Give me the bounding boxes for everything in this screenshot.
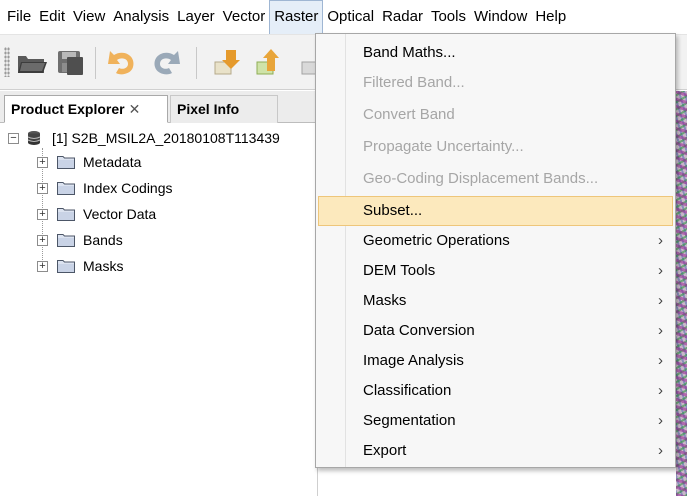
expand-icon[interactable]: + <box>37 156 48 168</box>
menu-item-label: Band Maths... <box>363 44 456 61</box>
menu-item-segmentation[interactable]: Segmentation › <box>318 406 673 436</box>
tree-item-vector-data[interactable]: + Vector Data <box>37 202 156 226</box>
menu-tools[interactable]: Tools <box>427 0 470 34</box>
expand-icon[interactable]: + <box>37 182 48 194</box>
submenu-arrow-icon: › <box>658 352 663 369</box>
menu-layer[interactable]: Layer <box>173 0 219 34</box>
tree-item-metadata[interactable]: + Metadata <box>37 150 141 174</box>
tree-item-label: Metadata <box>83 154 142 170</box>
menu-item-label: Convert Band <box>363 106 455 123</box>
folder-icon <box>57 207 75 221</box>
menu-view[interactable]: View <box>69 0 109 34</box>
menu-item-label: DEM Tools <box>363 262 436 279</box>
tool-window-tabs: Product Explorer ✕ Pixel Info <box>0 91 318 123</box>
open-product-icon[interactable] <box>14 45 50 81</box>
submenu-arrow-icon: › <box>658 412 663 429</box>
toolbar-grip[interactable] <box>4 47 10 77</box>
folder-icon <box>57 233 75 247</box>
product-name: [1] S2B_MSIL2A_20180108T113439 <box>52 130 280 146</box>
menu-item-label: Classification <box>363 382 452 399</box>
folder-icon <box>57 259 75 273</box>
submenu-arrow-icon: › <box>658 322 663 339</box>
submenu-arrow-icon: › <box>658 292 663 309</box>
menu-item-label: Export <box>363 442 407 459</box>
menu-item-label: Image Analysis <box>363 352 464 369</box>
submenu-arrow-icon: › <box>658 442 663 459</box>
menu-optical[interactable]: Optical <box>323 0 378 34</box>
tree-item-label: Bands <box>83 232 123 248</box>
menu-item-label: Geo-Coding Displacement Bands... <box>363 170 599 187</box>
undo-icon[interactable] <box>104 45 140 81</box>
menu-item-dem-tools[interactable]: DEM Tools › <box>318 256 673 286</box>
submenu-arrow-icon: › <box>658 382 663 399</box>
menu-item-label: Subset... <box>363 202 423 219</box>
submenu-arrow-icon: › <box>658 262 663 279</box>
menu-item-band-maths[interactable]: Band Maths... <box>318 38 673 68</box>
collapse-icon[interactable]: − <box>8 132 19 144</box>
menu-window[interactable]: Window <box>470 0 531 34</box>
menu-item-label: Segmentation <box>363 412 456 429</box>
menu-item-image-analysis[interactable]: Image Analysis › <box>318 346 673 376</box>
expand-icon[interactable]: + <box>37 234 48 246</box>
raster-image-preview <box>676 91 687 496</box>
menu-item-label: Propagate Uncertainty... <box>363 138 524 155</box>
redo-icon[interactable] <box>148 45 184 81</box>
menu-item-propagate-uncertainty: Propagate Uncertainty... <box>318 132 673 162</box>
product-tree: − [1] S2B_MSIL2A_20180108T113439 + Metad… <box>0 124 318 496</box>
menu-item-label: Data Conversion <box>363 322 475 339</box>
tree-item-label: Masks <box>83 258 124 274</box>
menu-raster[interactable]: Raster <box>269 0 324 34</box>
menu-item-classification[interactable]: Classification › <box>318 376 673 406</box>
menu-file[interactable]: File <box>3 0 35 34</box>
tab-label: Product Explorer <box>11 101 125 117</box>
menu-help[interactable]: Help <box>531 0 570 34</box>
tree-item-masks[interactable]: + Masks <box>37 254 123 278</box>
menu-item-geo-coding-displacement-bands: Geo-Coding Displacement Bands... <box>318 164 673 194</box>
menu-item-export[interactable]: Export › <box>318 436 673 466</box>
menu-item-label: Masks <box>363 292 407 309</box>
folder-icon <box>57 155 75 169</box>
tree-item-label: Index Codings <box>83 180 173 196</box>
menu-radar[interactable]: Radar <box>378 0 427 34</box>
tree-product-node[interactable]: − [1] S2B_MSIL2A_20180108T113439 <box>8 126 280 150</box>
menu-item-filtered-band: Filtered Band... <box>318 68 673 98</box>
menu-item-subset[interactable]: Subset... <box>318 196 673 226</box>
menu-item-geometric-operations[interactable]: Geometric Operations › <box>318 226 673 256</box>
menu-item-label: Filtered Band... <box>363 74 465 91</box>
expand-icon[interactable]: + <box>37 260 48 272</box>
menu-bar: File Edit View Analysis Layer Vector Ras… <box>0 0 687 34</box>
product-database-icon <box>26 130 42 146</box>
menu-item-masks[interactable]: Masks › <box>318 286 673 316</box>
tab-product-explorer[interactable]: Product Explorer ✕ <box>4 95 168 123</box>
toolbar-separator <box>196 47 197 79</box>
tab-pixel-info[interactable]: Pixel Info <box>170 95 278 123</box>
tree-item-bands[interactable]: + Bands <box>37 228 123 252</box>
export-icon[interactable] <box>250 45 286 81</box>
tree-item-label: Vector Data <box>83 206 157 222</box>
raster-menu-dropdown: Band Maths... Filtered Band... Convert B… <box>315 33 676 468</box>
submenu-arrow-icon: › <box>658 232 663 249</box>
tab-label: Pixel Info <box>177 101 240 117</box>
expand-icon[interactable]: + <box>37 208 48 220</box>
menu-item-data-conversion[interactable]: Data Conversion › <box>318 316 673 346</box>
tree-item-index-codings[interactable]: + Index Codings <box>37 176 173 200</box>
menu-vector[interactable]: Vector <box>219 0 270 34</box>
toolbar-separator <box>95 47 96 79</box>
close-icon[interactable]: ✕ <box>129 101 141 117</box>
import-icon[interactable] <box>208 45 244 81</box>
folder-icon <box>57 181 75 195</box>
menu-item-convert-band: Convert Band <box>318 100 673 130</box>
menu-item-label: Geometric Operations <box>363 232 510 249</box>
menu-edit[interactable]: Edit <box>35 0 69 34</box>
save-product-icon[interactable] <box>52 45 88 81</box>
menu-analysis[interactable]: Analysis <box>109 0 173 34</box>
